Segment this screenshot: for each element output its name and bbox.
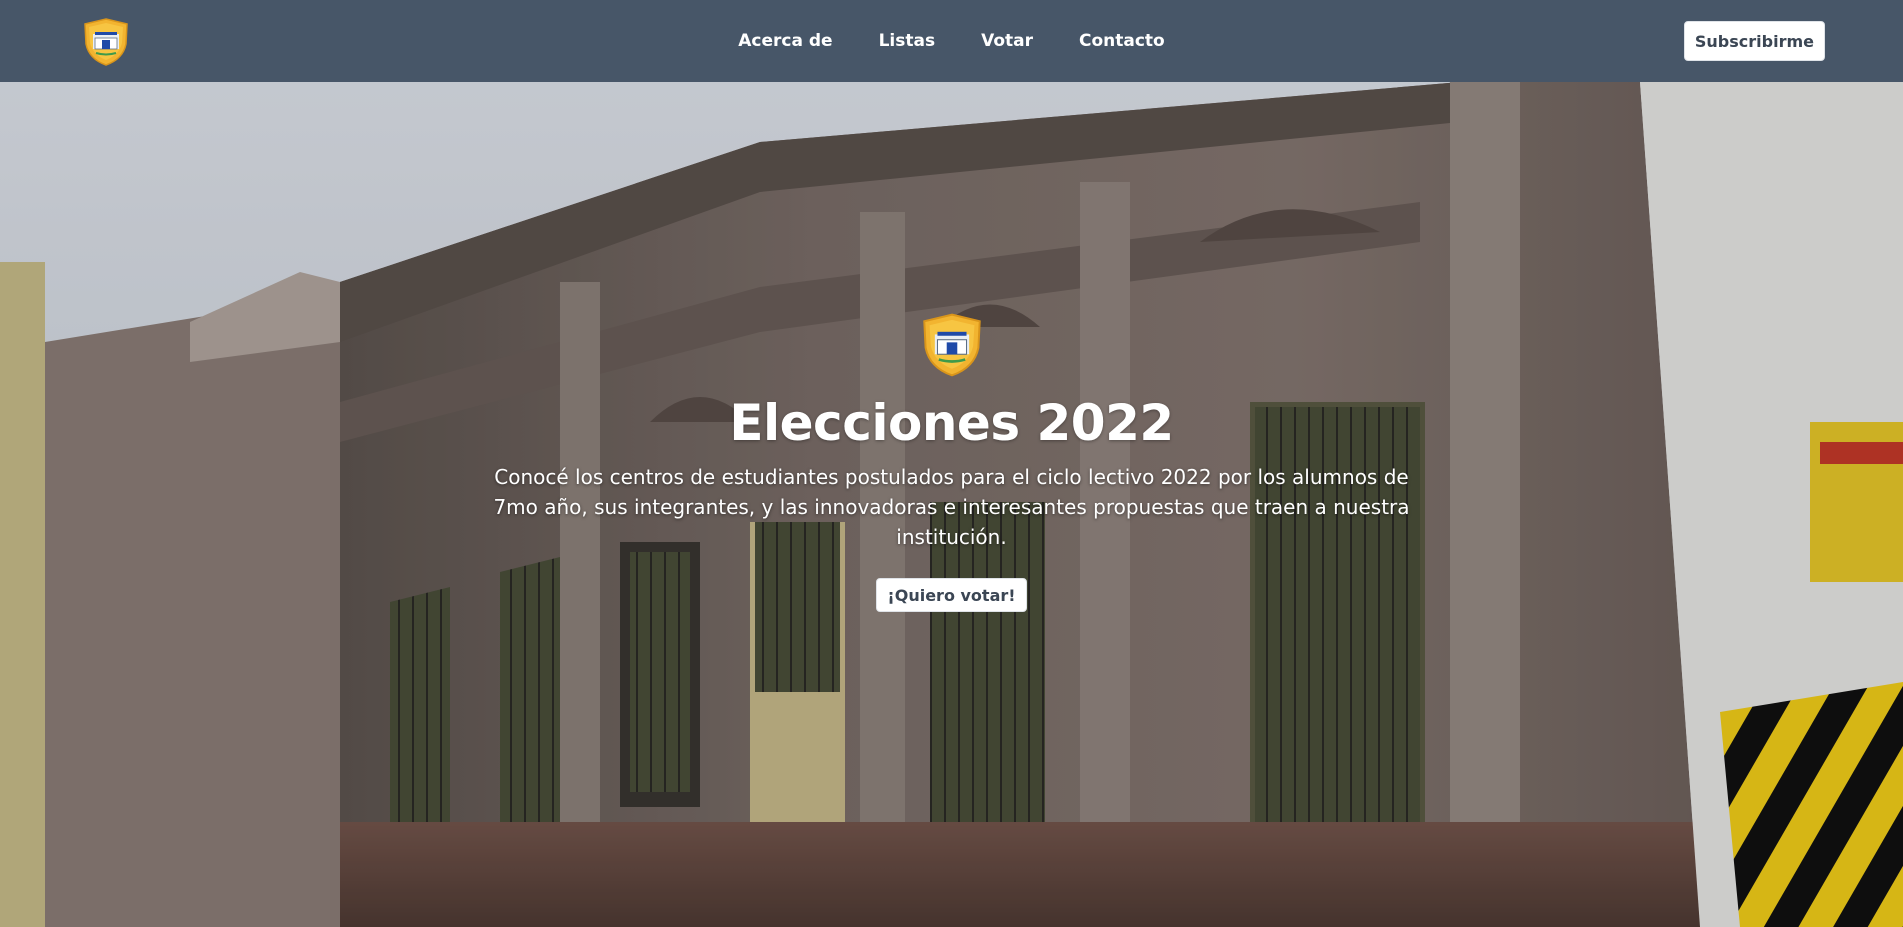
hero-section: Elecciones 2022 Conocé los centros de es… (0, 82, 1903, 927)
vote-button[interactable]: ¡Quiero votar! (876, 578, 1027, 612)
hero-content: Elecciones 2022 Conocé los centros de es… (0, 312, 1903, 612)
hero-description: Conocé los centros de estudiantes postul… (493, 465, 1410, 549)
page-title: Elecciones 2022 (729, 394, 1174, 452)
subscribe-button[interactable]: Subscribirme (1683, 21, 1825, 61)
nav-link-contacto[interactable]: Contacto (1065, 31, 1165, 51)
nav-link-votar[interactable]: Votar (967, 31, 1033, 51)
navbar: Acerca de Listas Votar Contacto Subscrib… (0, 0, 1903, 82)
school-crest-icon (922, 313, 981, 377)
nav-link-acerca-de[interactable]: Acerca de (738, 31, 832, 51)
nav-link-listas[interactable]: Listas (865, 31, 936, 51)
main-nav: Acerca de Listas Votar Contacto (0, 0, 1903, 82)
school-crest-icon[interactable] (81, 17, 131, 67)
